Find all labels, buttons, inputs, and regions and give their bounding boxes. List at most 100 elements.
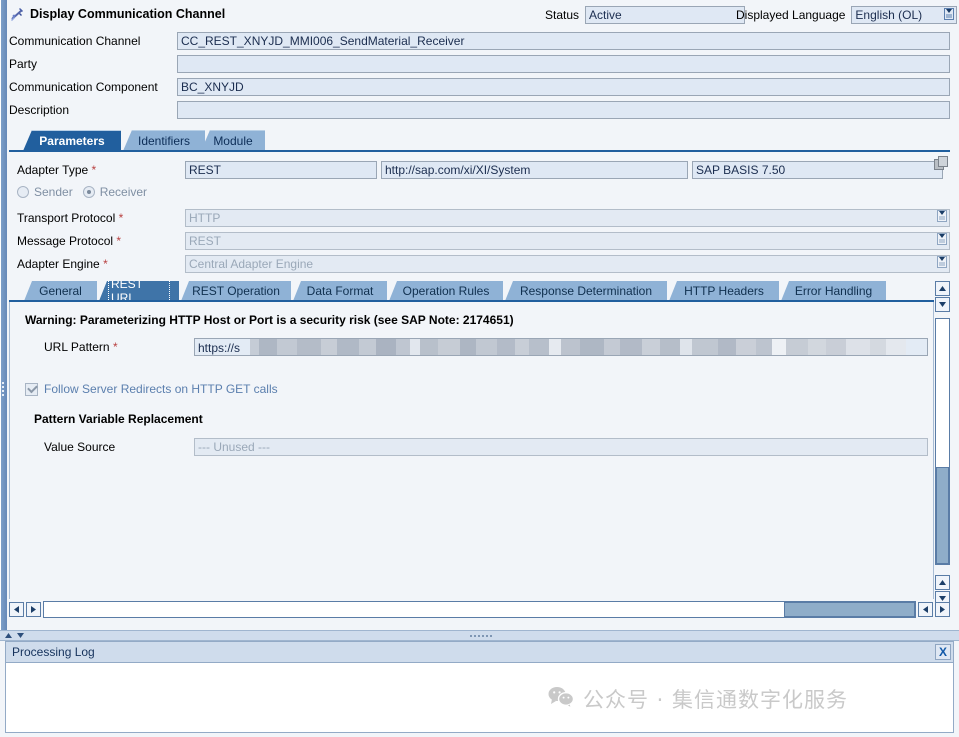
required-marker: * bbox=[116, 234, 122, 248]
tab-rest-operation[interactable]: REST Operation bbox=[181, 281, 291, 301]
rail-grip-handle[interactable] bbox=[2, 382, 5, 404]
hscroll-track[interactable] bbox=[43, 601, 916, 618]
value-source-value: --- Unused --- bbox=[194, 438, 928, 456]
field-row-value-source: Value Source --- Unused --- bbox=[44, 438, 928, 456]
tabstrip-scroll-up-button[interactable] bbox=[935, 281, 950, 296]
value-source-label: Value Source bbox=[44, 440, 116, 454]
panel-splitter[interactable] bbox=[0, 630, 959, 641]
watermark: 公众号 · 集信通数字化服务 bbox=[548, 684, 848, 714]
parameters-panel: Adapter Type * REST http://sap.com/xi/XI… bbox=[9, 152, 950, 280]
watermark-text: 公众号 · 集信通数字化服务 bbox=[583, 688, 849, 712]
required-marker: * bbox=[103, 257, 108, 271]
field-row-party: Party bbox=[9, 54, 950, 74]
field-row-communication-component: Communication Component BC_XNYJD bbox=[9, 77, 950, 97]
hscroll-right-button-end[interactable] bbox=[935, 602, 950, 617]
status-label: Status bbox=[545, 8, 580, 22]
tab-response-determination[interactable]: Response Determination bbox=[505, 281, 667, 301]
party-label: Party bbox=[9, 57, 38, 71]
value-help-icon[interactable] bbox=[944, 8, 955, 24]
tab-http-headers-label: HTTP Headers bbox=[684, 284, 764, 298]
radio-sender[interactable]: Sender bbox=[17, 185, 73, 199]
content-scroll-up-button[interactable] bbox=[935, 575, 950, 590]
pattern-variable-replacement-header: Pattern Variable Replacement bbox=[34, 412, 203, 426]
field-row-url-pattern: URL Pattern * https://s bbox=[44, 338, 928, 356]
hscroll-left-button-end[interactable] bbox=[918, 602, 933, 617]
wechat-icon bbox=[548, 686, 575, 713]
field-row-message-protocol: Message Protocol * REST bbox=[17, 231, 950, 251]
left-panel-rail bbox=[0, 0, 7, 632]
hscroll-thumb[interactable] bbox=[784, 602, 915, 617]
receiver-radio-button[interactable] bbox=[82, 186, 95, 198]
status-group: Status Active bbox=[545, 6, 746, 24]
url-pattern-input[interactable]: https://s bbox=[194, 338, 928, 356]
content-horizontal-scrollbar[interactable] bbox=[9, 601, 950, 618]
rest-url-panel: Warning: Parameterizing HTTP Host or Por… bbox=[9, 302, 934, 599]
tab-module-label: Module bbox=[213, 134, 253, 148]
tab-data-format[interactable]: Data Format bbox=[293, 281, 387, 301]
tab-general-label: General bbox=[39, 284, 82, 298]
tab-rest-url[interactable]: REST URL bbox=[99, 281, 179, 301]
tab-parameters[interactable]: Parameters bbox=[23, 130, 121, 151]
message-protocol-value: REST bbox=[185, 232, 950, 250]
sender-label: Sender bbox=[34, 185, 73, 199]
description-label: Description bbox=[9, 103, 70, 117]
field-row-transport-protocol: Transport Protocol * HTTP bbox=[17, 208, 950, 228]
follow-redirects-checkbox[interactable] bbox=[25, 382, 38, 396]
tab-data-format-label: Data Format bbox=[306, 284, 374, 298]
tabstrip-scroll-down-button[interactable] bbox=[935, 297, 950, 312]
tab-module[interactable]: Module bbox=[201, 130, 265, 151]
communication-channel-label: Communication Channel bbox=[9, 34, 141, 48]
tab-operation-rules-label: Operation Rules bbox=[402, 284, 490, 298]
required-marker: * bbox=[112, 340, 118, 354]
communication-channel-value: CC_REST_XNYJD_MMI006_SendMaterial_Receiv… bbox=[177, 32, 950, 50]
content-vertical-scroll-thumb[interactable] bbox=[936, 467, 949, 564]
splitter-grip[interactable] bbox=[470, 635, 492, 638]
displayed-language-group: Displayed Language English (OL) bbox=[736, 6, 958, 24]
processing-log-title: Processing Log bbox=[12, 645, 95, 659]
splitter-down-arrow-icon bbox=[17, 633, 24, 638]
tab-identifiers-label: Identifiers bbox=[137, 134, 191, 148]
tab-rest-operation-label: REST Operation bbox=[192, 284, 280, 298]
communication-component-label: Communication Component bbox=[9, 80, 158, 94]
tab-general[interactable]: General bbox=[24, 281, 97, 301]
security-warning-text: Warning: Parameterizing HTTP Host or Por… bbox=[25, 313, 514, 327]
software-component-value: SAP BASIS 7.50 bbox=[692, 161, 943, 179]
receiver-label: Receiver bbox=[99, 185, 148, 199]
status-value: Active bbox=[585, 6, 746, 24]
adapter-engine-label: Adapter Engine * bbox=[17, 257, 108, 271]
close-icon[interactable]: X bbox=[935, 644, 951, 660]
value-help-icon[interactable] bbox=[937, 233, 948, 249]
hscroll-left-button[interactable] bbox=[9, 602, 24, 617]
direction-radio-group: Sender Receiver bbox=[17, 185, 147, 199]
main-tab-strip: Parameters Identifiers Module bbox=[9, 130, 950, 152]
content-vertical-scrollbar[interactable] bbox=[935, 318, 950, 565]
rest-tab-strip: General REST URL REST Operation Data For… bbox=[9, 281, 934, 302]
field-row-communication-channel: Communication Channel CC_REST_XNYJD_MMI0… bbox=[9, 31, 950, 51]
plug-connector-icon bbox=[9, 7, 25, 22]
splitter-up-arrow-icon bbox=[5, 633, 12, 638]
follow-redirects-label: Follow Server Redirects on HTTP GET call… bbox=[44, 382, 278, 396]
sap-communication-channel-window: Display Communication Channel Status Act… bbox=[0, 0, 959, 737]
sender-radio-button[interactable] bbox=[17, 186, 29, 198]
copy-icon[interactable] bbox=[934, 156, 949, 171]
tab-error-handling[interactable]: Error Handling bbox=[781, 281, 886, 301]
radio-receiver[interactable]: Receiver bbox=[82, 185, 148, 199]
tab-http-headers[interactable]: HTTP Headers bbox=[669, 281, 779, 301]
value-help-icon[interactable] bbox=[937, 256, 948, 272]
follow-redirects-row[interactable]: Follow Server Redirects on HTTP GET call… bbox=[25, 382, 278, 396]
tab-error-handling-label: Error Handling bbox=[794, 284, 873, 298]
adapter-engine-value: Central Adapter Engine bbox=[185, 255, 950, 273]
hscroll-right-button[interactable] bbox=[26, 602, 41, 617]
window-title-bar: Display Communication Channel bbox=[9, 4, 225, 24]
description-value bbox=[177, 101, 950, 119]
displayed-language-label: Displayed Language bbox=[736, 8, 846, 22]
required-marker: * bbox=[91, 163, 97, 177]
page-title: Display Communication Channel bbox=[30, 7, 226, 21]
tab-parameters-label: Parameters bbox=[39, 134, 105, 148]
displayed-language-value[interactable]: English (OL) bbox=[851, 6, 958, 24]
value-help-icon[interactable] bbox=[937, 210, 948, 226]
tab-identifiers[interactable]: Identifiers bbox=[123, 130, 205, 151]
tab-operation-rules[interactable]: Operation Rules bbox=[389, 281, 503, 301]
transport-protocol-value: HTTP bbox=[185, 209, 950, 227]
splitter-arrows[interactable] bbox=[4, 632, 25, 639]
